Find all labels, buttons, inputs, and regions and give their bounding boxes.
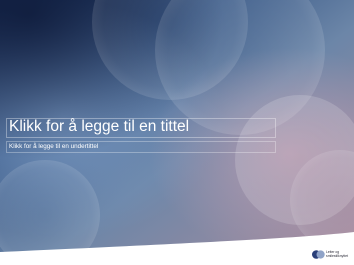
subtitle-placeholder[interactable]: Klikk for å legge til en undertittel: [9, 141, 98, 153]
slide: Klikk for å legge til en tittel Klikk fo…: [0, 0, 354, 265]
title-placeholder[interactable]: Klikk for å legge til en tittel: [9, 117, 189, 137]
logo-text: Leiter og smilestilknyttet: [326, 250, 348, 259]
logo-line-2: smilestilknyttet: [326, 254, 349, 259]
logo-mark-icon: [312, 250, 325, 259]
organization-logo: Leiter og smilestilknyttet: [312, 250, 350, 261]
